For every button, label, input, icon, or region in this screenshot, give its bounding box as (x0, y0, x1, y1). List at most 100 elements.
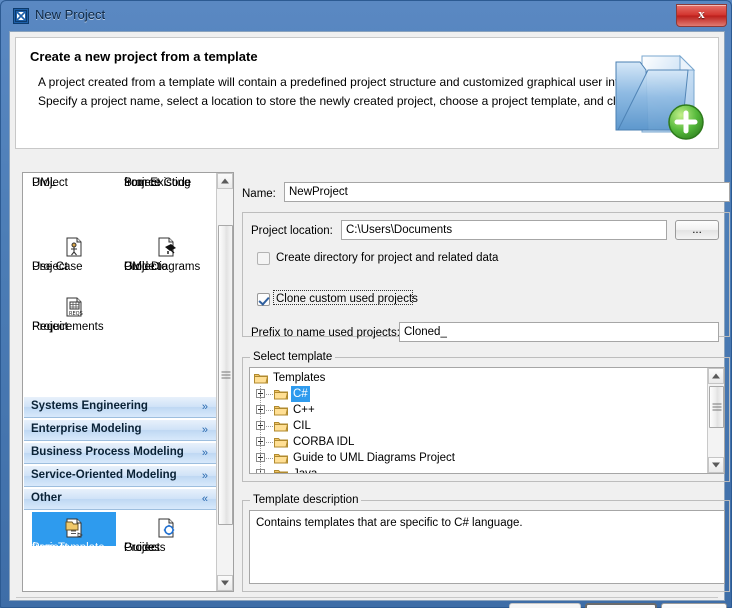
tree-connector (266, 442, 273, 443)
window-frame: New Project x Create a new project from … (0, 0, 732, 608)
accordion-header[interactable]: Other « (24, 488, 216, 510)
guide-uml-icon (155, 236, 177, 258)
tree-connector-vertical (260, 466, 261, 473)
cancel-button[interactable]: Cancel (585, 603, 657, 608)
dialog-client-area: Create a new project from a template A p… (9, 31, 730, 608)
tree-connector-vertical (260, 418, 261, 434)
name-input[interactable]: NewProject (284, 182, 730, 202)
browse-location-button[interactable]: ... (675, 220, 719, 240)
banner: Create a new project from a template A p… (15, 37, 719, 149)
accordion-label: Systems Engineering (31, 400, 148, 412)
prefix-label: Prefix to name used projects: (251, 327, 400, 339)
new-project-folder-icon (604, 44, 708, 144)
project-tile[interactable]: Process Guide Project (124, 517, 208, 554)
clone-projects-checkbox[interactable] (257, 293, 270, 306)
template-tree[interactable]: Templates C# C++ CIL CORBA IDL Guide to UML D… (249, 367, 725, 474)
project-tile-label: Project (32, 177, 68, 189)
banner-line-1: A project created from a template will c… (38, 75, 655, 89)
tree-row[interactable]: Guide to UML Diagrams Project (250, 450, 724, 466)
magicdraw-icon (13, 8, 29, 24)
tree-row[interactable]: C# (250, 386, 724, 402)
clone-checkbox-focus-ring (273, 290, 413, 305)
tree-connector-vertical (260, 402, 261, 418)
project-type-scroll-viewport: UML Project Project from Existing Source Cod… (24, 174, 216, 590)
folder-icon (274, 468, 289, 473)
help-button[interactable]: Help (661, 603, 727, 608)
footer-divider (16, 597, 718, 598)
prefix-input[interactable]: Cloned_ (399, 322, 719, 342)
window-title: New Project (35, 7, 106, 22)
scroll-up-arrow[interactable] (217, 173, 233, 189)
project-tile-label: Project (124, 261, 160, 273)
project-location-label: Project location: (251, 225, 333, 237)
tree-row[interactable]: C++ (250, 402, 724, 418)
tree-row-label: Templates (273, 372, 326, 384)
project-tile-label: Source Code (124, 177, 192, 189)
folder-icon (274, 452, 289, 464)
project-tile[interactable]: REQS Requirements Project (32, 296, 116, 333)
tree-connector-vertical (260, 434, 261, 450)
accordion-header[interactable]: Enterprise Modeling » (24, 419, 216, 441)
tree-row-label: CIL (293, 420, 311, 432)
tree-scrollbar-thumb[interactable] (709, 386, 724, 428)
tree-row[interactable]: Java (250, 466, 724, 474)
tree-scroll-down-arrow[interactable] (708, 457, 724, 473)
project-from-template-icon (63, 517, 85, 539)
project-tile[interactable]: Use Case Project (32, 236, 116, 273)
name-label: Name: (242, 188, 276, 200)
accordion-header[interactable]: Service-Oriented Modeling » (24, 465, 216, 487)
close-icon: x (698, 6, 705, 21)
folder-icon (274, 404, 289, 416)
project-type-panel: UML Project Project from Existing Source Cod… (22, 172, 234, 592)
new-project-dialog-window: New Project x Create a new project from … (0, 0, 732, 608)
scroll-down-arrow[interactable] (217, 575, 233, 591)
accordion-label: Service-Oriented Modeling (31, 469, 177, 481)
tree-row-label: C++ (293, 404, 315, 416)
folder-icon (274, 436, 289, 448)
folder-icon (274, 420, 289, 432)
svg-text:REQS: REQS (69, 311, 83, 317)
tree-connector (266, 426, 273, 427)
create-directory-label: Create directory for project and related… (276, 252, 499, 264)
project-tile-label: from Template (32, 542, 105, 554)
project-tile-label: Project (32, 261, 68, 273)
accordion-label: Other (31, 492, 62, 504)
use-case-project-icon (63, 236, 85, 258)
banner-line-2: Specify a project name, select a locatio… (38, 94, 655, 108)
chevron-down-icon: » (201, 424, 208, 436)
tree-row[interactable]: CORBA IDL (250, 434, 724, 450)
tree-scroll-up-arrow[interactable] (708, 368, 724, 384)
ok-button[interactable]: OK (509, 603, 581, 608)
template-tree-scrollbar[interactable] (707, 368, 724, 473)
project-location-input[interactable]: C:\Users\Documents (341, 220, 667, 240)
project-tile-label: Project (32, 321, 68, 333)
scrollbar-thumb[interactable] (218, 225, 233, 525)
create-directory-checkbox[interactable] (257, 252, 270, 265)
title-bar: New Project x (1, 1, 732, 31)
project-tile[interactable]: Project from Template (32, 512, 116, 554)
project-tile[interactable]: Guide to UML Diagrams Project (124, 236, 208, 273)
accordion-label: Enterprise Modeling (31, 423, 142, 435)
process-guide-icon (155, 517, 177, 539)
template-description-title: Template description (250, 494, 362, 506)
tree-row-label: Java (293, 468, 318, 474)
tree-row-label: C# (291, 386, 310, 402)
project-type-scrollbar[interactable] (216, 173, 233, 591)
tree-row-label: Guide to UML Diagrams Project (293, 452, 455, 464)
tree-connector (266, 410, 273, 411)
tree-row-label: CORBA IDL (293, 436, 355, 448)
chevron-down-icon: » (201, 447, 208, 459)
chevron-down-icon: » (201, 401, 208, 413)
project-tile-label: Project (124, 542, 160, 554)
project-settings-column: Name: NewProject Project location: C:\Us… (242, 172, 730, 592)
accordion-header[interactable]: Systems Engineering » (24, 396, 216, 418)
select-template-title: Select template (250, 351, 336, 363)
tree-row[interactable]: Templates (250, 370, 724, 386)
tree-row[interactable]: CIL (250, 418, 724, 434)
requirements-icon: REQS (63, 296, 85, 318)
tree-connector-vertical (260, 450, 261, 466)
accordion-header[interactable]: Business Process Modeling » (24, 442, 216, 464)
location-group: Project location: C:\Users\Documents ...… (242, 212, 730, 342)
close-button[interactable]: x (676, 4, 727, 27)
chevron-up-icon: « (201, 493, 208, 505)
